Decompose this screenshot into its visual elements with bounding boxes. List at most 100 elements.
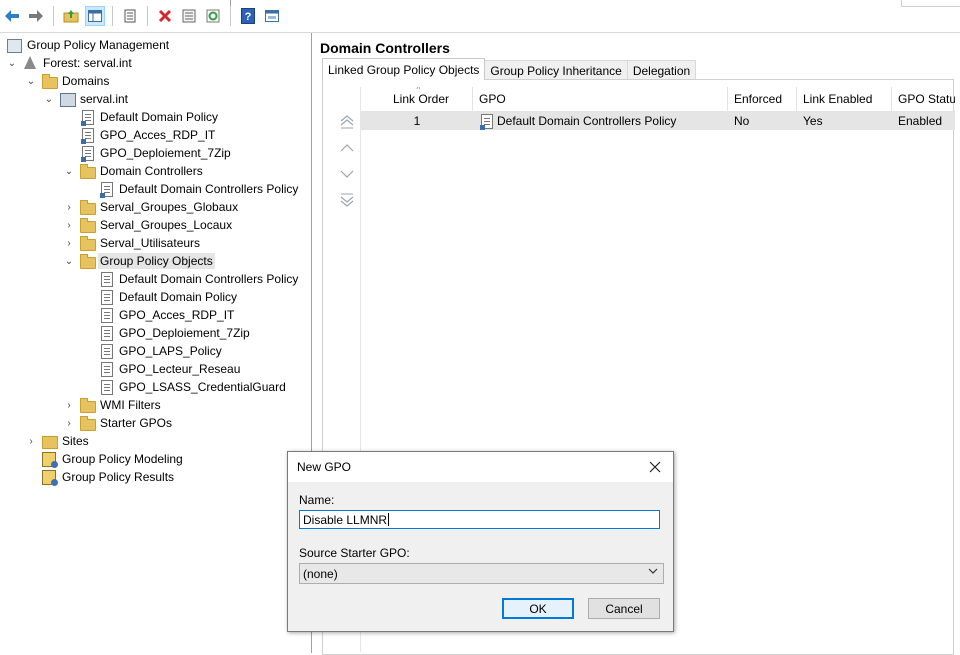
ou-folder-icon [79, 163, 96, 179]
grid-header: ^ Link Order GPO Enforced Link Enabled G… [361, 87, 955, 112]
tree-item-gpo[interactable]: GPO_LSASS_CredentialGuard [98, 378, 288, 396]
window-frame-fragment [901, 0, 960, 7]
sites-icon [41, 433, 58, 449]
ok-button[interactable]: OK [502, 598, 574, 619]
column-header-link-enabled[interactable]: Link Enabled [797, 87, 892, 111]
wmi-folder-icon [79, 397, 96, 413]
modeling-icon [41, 451, 58, 468]
tree-item-domain-serval[interactable]: ⌄ serval.int [43, 90, 130, 108]
tree-item-gpo[interactable]: GPO_Acces_RDP_IT [98, 306, 236, 324]
tab-gp-inheritance[interactable]: Group Policy Inheritance [484, 60, 628, 80]
tree-item-group-policy-objects[interactable]: ⌄ Group Policy Objects [63, 252, 215, 270]
gpo-link-icon [79, 127, 95, 144]
cell-link-enabled: Yes [803, 114, 823, 128]
toolbar: ? [0, 0, 960, 33]
delete-icon[interactable] [155, 6, 175, 26]
column-header-link-order[interactable]: ^ Link Order [361, 87, 473, 111]
tree-item-gpo-link[interactable]: Default Domain Policy [79, 108, 220, 126]
help-icon[interactable]: ? [238, 6, 258, 26]
tree-item-gpo[interactable]: GPO_Lecteur_Reseau [98, 360, 242, 378]
tree-item-gpo[interactable]: GPO_Deploiement_7Zip [98, 324, 252, 342]
starter-folder-icon [79, 415, 96, 431]
tree-item-wmi-filters[interactable]: › WMI Filters [63, 396, 163, 414]
tree-item-forest[interactable]: ⌄ Forest: serval.int [6, 54, 134, 72]
column-header-gpo-status[interactable]: GPO Statu [892, 87, 955, 111]
new-gpo-dialog: New GPO Name: Disable LLMNR Source Start… [287, 451, 674, 632]
cell-gpo: Default Domain Controllers Policy [473, 112, 728, 130]
chevron-right-icon[interactable]: › [63, 216, 75, 234]
tree-item-sites[interactable]: › Sites [25, 432, 91, 450]
back-icon[interactable] [2, 6, 22, 26]
forward-icon[interactable] [26, 6, 46, 26]
results-icon [41, 469, 58, 486]
tab-delegation[interactable]: Delegation [626, 60, 697, 80]
link-order-buttons [337, 112, 361, 216]
domain-icon [59, 91, 76, 107]
tree-item-gp-results[interactable]: Group Policy Results [41, 468, 176, 486]
tree-item-domains[interactable]: ⌄ Domains [25, 72, 111, 90]
close-icon[interactable] [645, 457, 665, 477]
chevron-down-icon[interactable]: ⌄ [6, 54, 18, 72]
gpo-link-icon [98, 181, 114, 198]
table-row[interactable]: 1 Default Domain Controllers Policy No Y… [361, 112, 955, 130]
tree-item-gpo-link[interactable]: Default Domain Controllers Policy [98, 180, 300, 198]
gpo-icon [98, 307, 114, 323]
show-hide-tree-icon[interactable] [85, 6, 105, 26]
column-header-gpo[interactable]: GPO [473, 87, 728, 111]
gpo-icon [98, 289, 114, 305]
source-starter-label: Source Starter GPO: [299, 546, 410, 560]
gpo-name-input[interactable]: Disable LLMNR [299, 510, 660, 529]
tree-item-ou[interactable]: › Serval_Groupes_Locaux [63, 216, 234, 234]
chevron-down-icon[interactable]: ⌄ [25, 72, 37, 90]
cancel-button[interactable]: Cancel [588, 598, 660, 619]
name-label: Name: [299, 493, 335, 507]
cell-link-order: 1 [413, 114, 421, 128]
tree-item-gpo-link[interactable]: GPO_Deploiement_7Zip [79, 144, 233, 162]
tree-item-gpo-link[interactable]: GPO_Acces_RDP_IT [79, 126, 217, 144]
chevron-down-icon[interactable]: ⌄ [43, 90, 55, 108]
dialog-title: New GPO [297, 460, 352, 474]
move-top-icon[interactable] [337, 112, 357, 132]
source-starter-gpo-select[interactable]: (none) [299, 563, 664, 584]
tree-item-starter-gpos[interactable]: › Starter GPOs [63, 414, 174, 432]
tree-item-ou[interactable]: › Serval_Groupes_Globaux [63, 198, 240, 216]
refresh-icon[interactable] [203, 6, 223, 26]
tree-item-ou[interactable]: › Serval_Utilisateurs [63, 234, 202, 252]
chevron-down-icon[interactable]: ⌄ [63, 162, 75, 180]
chevron-down-icon [648, 567, 658, 578]
tree-item-gpo[interactable]: Default Domain Controllers Policy [98, 270, 300, 288]
chevron-down-icon[interactable]: ⌄ [63, 252, 75, 270]
cell-gpo-status: Enabled [898, 114, 943, 128]
gpo-icon [98, 343, 114, 359]
toolbar-separator [230, 6, 231, 26]
chevron-right-icon[interactable]: › [63, 414, 75, 432]
tree-item-gpo[interactable]: GPO_LAPS_Policy [98, 342, 224, 360]
tree-item-ou-domain-controllers[interactable]: ⌄ Domain Controllers [63, 162, 205, 180]
gpo-icon [98, 325, 114, 341]
chevron-right-icon[interactable]: › [63, 396, 75, 414]
toolbar-separator [147, 6, 148, 26]
gpo-link-icon [79, 145, 95, 162]
gpo-container-folder-icon [79, 253, 96, 269]
up-folder-icon[interactable] [61, 6, 81, 26]
dialog-titlebar[interactable]: New GPO [288, 452, 673, 482]
move-bottom-icon[interactable] [337, 190, 357, 210]
chevron-right-icon[interactable]: › [25, 432, 37, 450]
ou-folder-icon [79, 217, 96, 233]
source-starter-value: (none) [303, 566, 338, 581]
chevron-right-icon[interactable]: › [63, 198, 75, 216]
move-down-icon[interactable] [337, 164, 357, 184]
tree-item-gp-modeling[interactable]: Group Policy Modeling [41, 450, 185, 468]
export-list-icon[interactable] [179, 6, 199, 26]
chevron-right-icon[interactable]: › [63, 234, 75, 252]
tree-item-gpo[interactable]: Default Domain Policy [98, 288, 239, 306]
console-icon[interactable] [262, 6, 282, 26]
toolbar-separator [53, 6, 54, 26]
tab-linked-gpos[interactable]: Linked Group Policy Objects [322, 58, 486, 80]
properties-icon[interactable] [120, 6, 140, 26]
move-up-icon[interactable] [337, 138, 357, 158]
gpo-name-value: Disable LLMNR [303, 512, 388, 527]
tree-item-gpm-root[interactable]: Group Policy Management [6, 36, 171, 54]
column-header-enforced[interactable]: Enforced [728, 87, 797, 111]
gpo-link-icon [79, 109, 95, 126]
